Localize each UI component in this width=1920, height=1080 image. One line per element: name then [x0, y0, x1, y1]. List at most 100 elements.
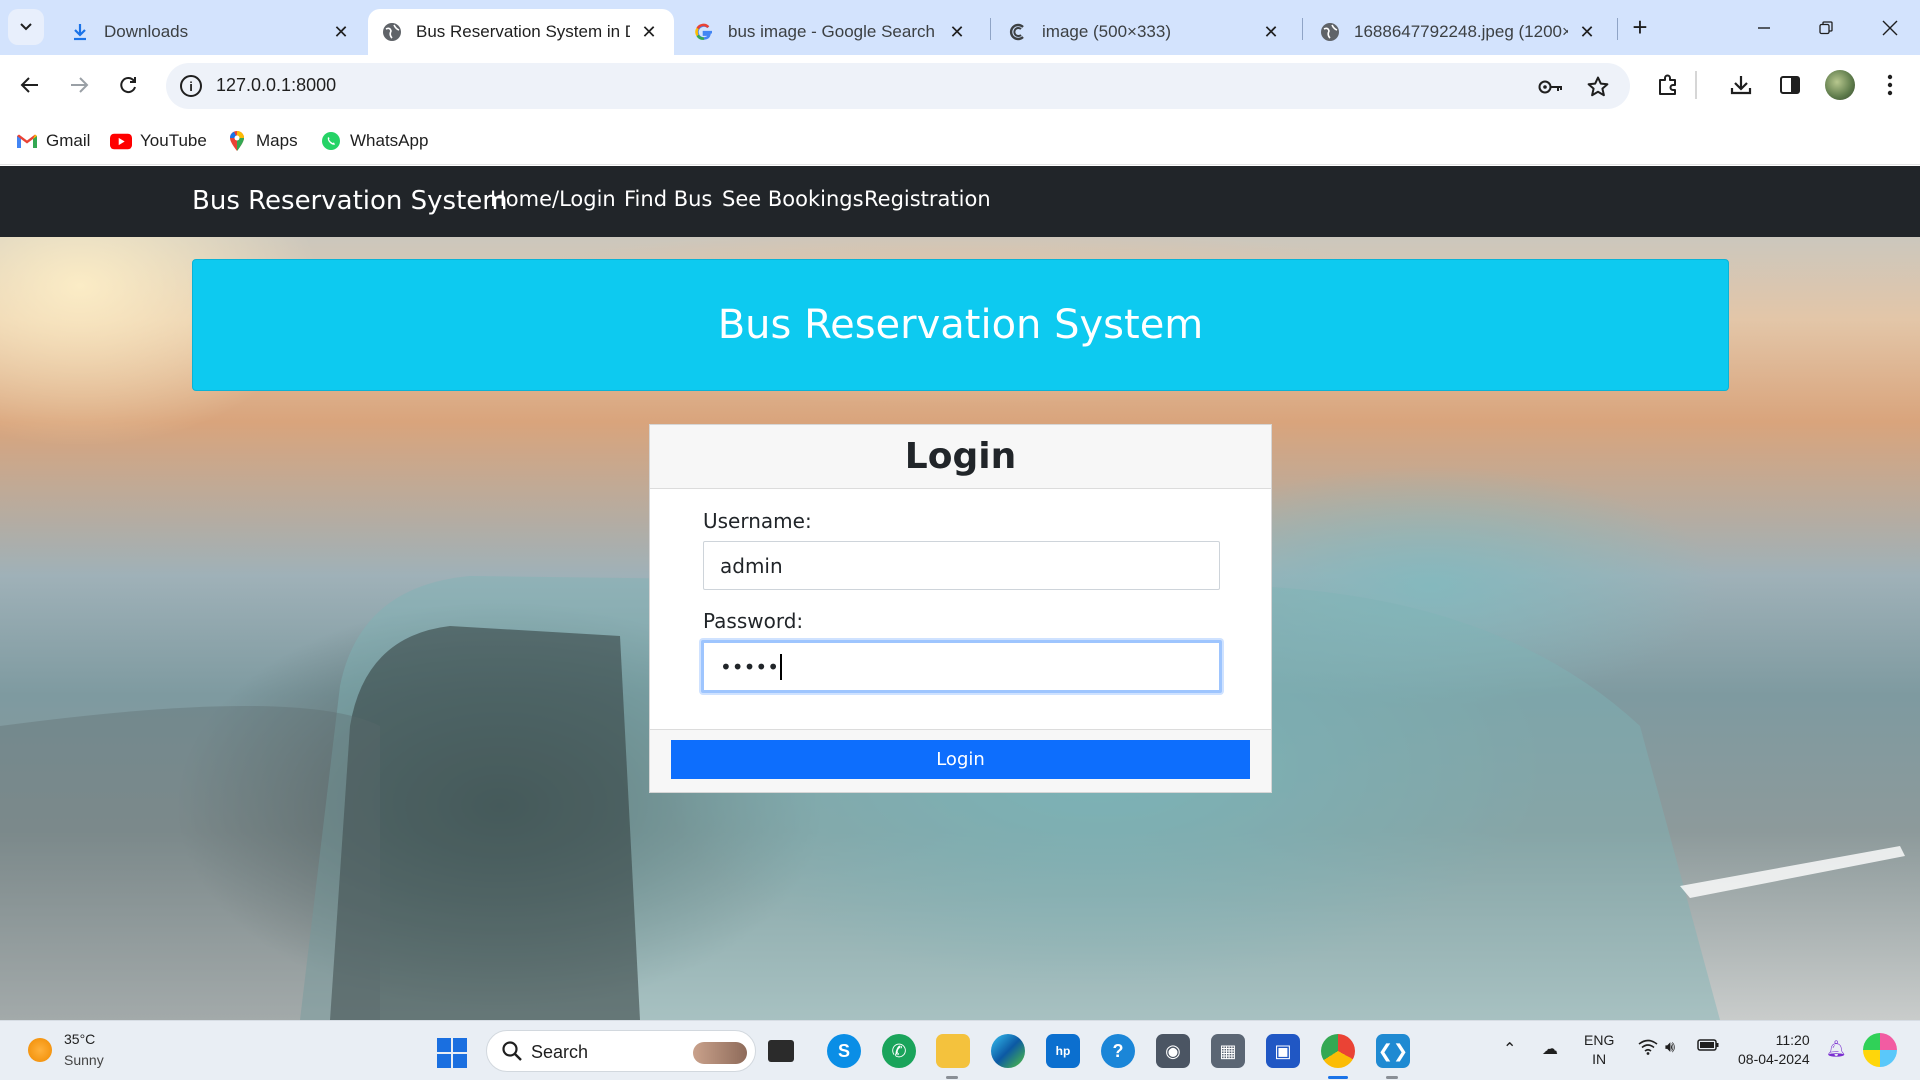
- menu-kebab-icon[interactable]: [1874, 69, 1906, 101]
- bookmark-label: Maps: [256, 131, 298, 150]
- windows-start-icon[interactable]: [437, 1038, 467, 1068]
- site-info-icon[interactable]: i: [180, 75, 202, 97]
- window-close-button[interactable]: [1870, 10, 1910, 46]
- copilot-icon[interactable]: [1863, 1033, 1897, 1067]
- browser-toolbar: i 127.0.0.1:8000: [0, 55, 1920, 117]
- tab-jpeg[interactable]: 1688647792248.jpeg (1200×5 ✕: [1306, 9, 1612, 55]
- hp-app-icon[interactable]: hp: [1046, 1034, 1080, 1068]
- running-indicator: [946, 1076, 958, 1079]
- notification-bell-icon[interactable]: 🔔︎: [1826, 1039, 1846, 1059]
- tab-title: 1688647792248.jpeg (1200×5: [1354, 22, 1568, 41]
- minimize-icon: [1758, 27, 1770, 29]
- tab-separator: [1302, 18, 1303, 40]
- bookmark-youtube[interactable]: YouTube: [110, 127, 207, 155]
- back-button[interactable]: [12, 67, 48, 103]
- username-value: admin: [720, 553, 783, 578]
- tab-title: Bus Reservation System in Dja: [416, 22, 630, 41]
- maps-icon: [226, 130, 248, 152]
- new-tab-button[interactable]: +: [1625, 12, 1655, 42]
- close-icon[interactable]: ✕: [330, 21, 352, 43]
- bookmark-gmail[interactable]: Gmail: [16, 127, 90, 155]
- chevron-up-icon[interactable]: ⌃: [1503, 1039, 1516, 1059]
- login-button[interactable]: Login: [671, 740, 1250, 779]
- tab-downloads[interactable]: Downloads ✕: [56, 9, 366, 55]
- battery-icon[interactable]: [1697, 1039, 1719, 1051]
- forward-button[interactable]: [61, 67, 97, 103]
- bookmark-label: WhatsApp: [350, 131, 429, 150]
- clock-date: 08-04-2024: [1738, 1051, 1810, 1067]
- reload-button[interactable]: [110, 67, 146, 103]
- username-label: Username:: [703, 509, 812, 533]
- weather-condition[interactable]: Sunny: [64, 1052, 104, 1068]
- password-value: •••••: [720, 654, 779, 679]
- restore-button[interactable]: [1806, 10, 1846, 46]
- chrome-icon[interactable]: [1321, 1034, 1355, 1068]
- login-card: Login Username: admin Password: ••••• Lo…: [649, 424, 1272, 793]
- clock-time: 11:20: [1775, 1032, 1810, 1048]
- weather-sun-icon[interactable]: [28, 1038, 52, 1062]
- tab-image[interactable]: image (500×333) ✕: [994, 9, 1296, 55]
- vscode-icon[interactable]: ❮❯: [1376, 1034, 1410, 1068]
- site-navbar: Bus Reservation System Home/Login Find B…: [0, 166, 1920, 237]
- password-input[interactable]: •••••: [701, 640, 1222, 693]
- forward-arrow-icon: [71, 77, 89, 93]
- url-text[interactable]: 127.0.0.1:8000: [216, 75, 336, 96]
- onedrive-icon[interactable]: ☁: [1542, 1039, 1558, 1059]
- bookmark-label: Gmail: [46, 131, 91, 150]
- tab-google-search[interactable]: bus image - Google Search ✕: [680, 9, 982, 55]
- bookmark-maps[interactable]: Maps: [226, 127, 298, 155]
- skype-icon[interactable]: S: [827, 1034, 861, 1068]
- close-icon[interactable]: ✕: [1260, 21, 1282, 43]
- hero-title: Bus Reservation System: [717, 302, 1204, 348]
- login-card-title: Login: [650, 425, 1271, 489]
- help-icon[interactable]: ?: [1101, 1034, 1135, 1068]
- search-highlight-image: [693, 1042, 747, 1064]
- language-indicator[interactable]: ENG IN: [1584, 1031, 1614, 1069]
- address-bar[interactable]: i 127.0.0.1:8000: [166, 63, 1630, 109]
- profile-avatar[interactable]: [1825, 70, 1855, 100]
- login-card-footer: Login: [650, 729, 1271, 792]
- whatsapp-taskbar-icon[interactable]: ✆: [882, 1034, 916, 1068]
- nav-link-home-login[interactable]: Home/Login: [490, 187, 616, 211]
- calculator-icon[interactable]: ▦: [1211, 1034, 1245, 1068]
- extensions-icon[interactable]: [1652, 69, 1684, 101]
- tab-separator: [990, 18, 991, 40]
- volume-icon[interactable]: 🔊︎: [1665, 1039, 1675, 1057]
- nav-link-see-bookings[interactable]: See Bookings: [722, 187, 864, 211]
- chevron-down-icon: [20, 23, 32, 31]
- weather-temperature[interactable]: 35°C: [64, 1031, 95, 1047]
- password-key-icon[interactable]: [1538, 74, 1564, 100]
- tab-title: bus image - Google Search: [728, 22, 935, 41]
- close-icon[interactable]: ✕: [1576, 21, 1598, 43]
- language-line2: IN: [1592, 1051, 1607, 1067]
- file-explorer-icon[interactable]: [936, 1034, 970, 1068]
- camera-icon[interactable]: ◉: [1156, 1034, 1190, 1068]
- search-icon: [502, 1041, 522, 1061]
- nav-link-find-bus[interactable]: Find Bus: [624, 187, 712, 211]
- navbar-brand[interactable]: Bus Reservation System: [192, 186, 508, 216]
- side-panel-icon[interactable]: [1774, 69, 1806, 101]
- taskbar-search[interactable]: Search: [486, 1030, 756, 1072]
- store-icon[interactable]: ▣: [1266, 1034, 1300, 1068]
- tab-search-button[interactable]: [8, 9, 44, 45]
- taskbar: 35°C Sunny Search S ✆ hp ? ◉ ▦ ▣ ❮❯ ⌃ ☁ …: [0, 1020, 1920, 1080]
- close-icon[interactable]: ✕: [946, 21, 968, 43]
- system-clock[interactable]: 11:20 08-04-2024: [1738, 1031, 1810, 1069]
- username-input[interactable]: admin: [703, 541, 1220, 590]
- wifi-icon[interactable]: [1638, 1039, 1658, 1055]
- bookmark-star-icon[interactable]: [1585, 74, 1611, 100]
- nav-link-registration[interactable]: Registration: [864, 187, 991, 211]
- task-view-icon[interactable]: [768, 1040, 794, 1062]
- close-icon[interactable]: ✕: [638, 21, 660, 43]
- active-indicator: [1328, 1076, 1348, 1079]
- text-caret: [779, 653, 782, 680]
- downloads-icon[interactable]: [1725, 69, 1757, 101]
- minimize-button[interactable]: [1744, 10, 1784, 46]
- bookmark-whatsapp[interactable]: WhatsApp: [320, 127, 428, 155]
- hero-banner: Bus Reservation System: [192, 259, 1729, 391]
- youtube-icon: [110, 130, 132, 152]
- restore-icon: [1819, 21, 1833, 35]
- back-arrow-icon: [20, 77, 38, 93]
- edge-icon[interactable]: [991, 1034, 1025, 1068]
- tab-bus-reservation[interactable]: Bus Reservation System in Dja ✕: [368, 9, 674, 55]
